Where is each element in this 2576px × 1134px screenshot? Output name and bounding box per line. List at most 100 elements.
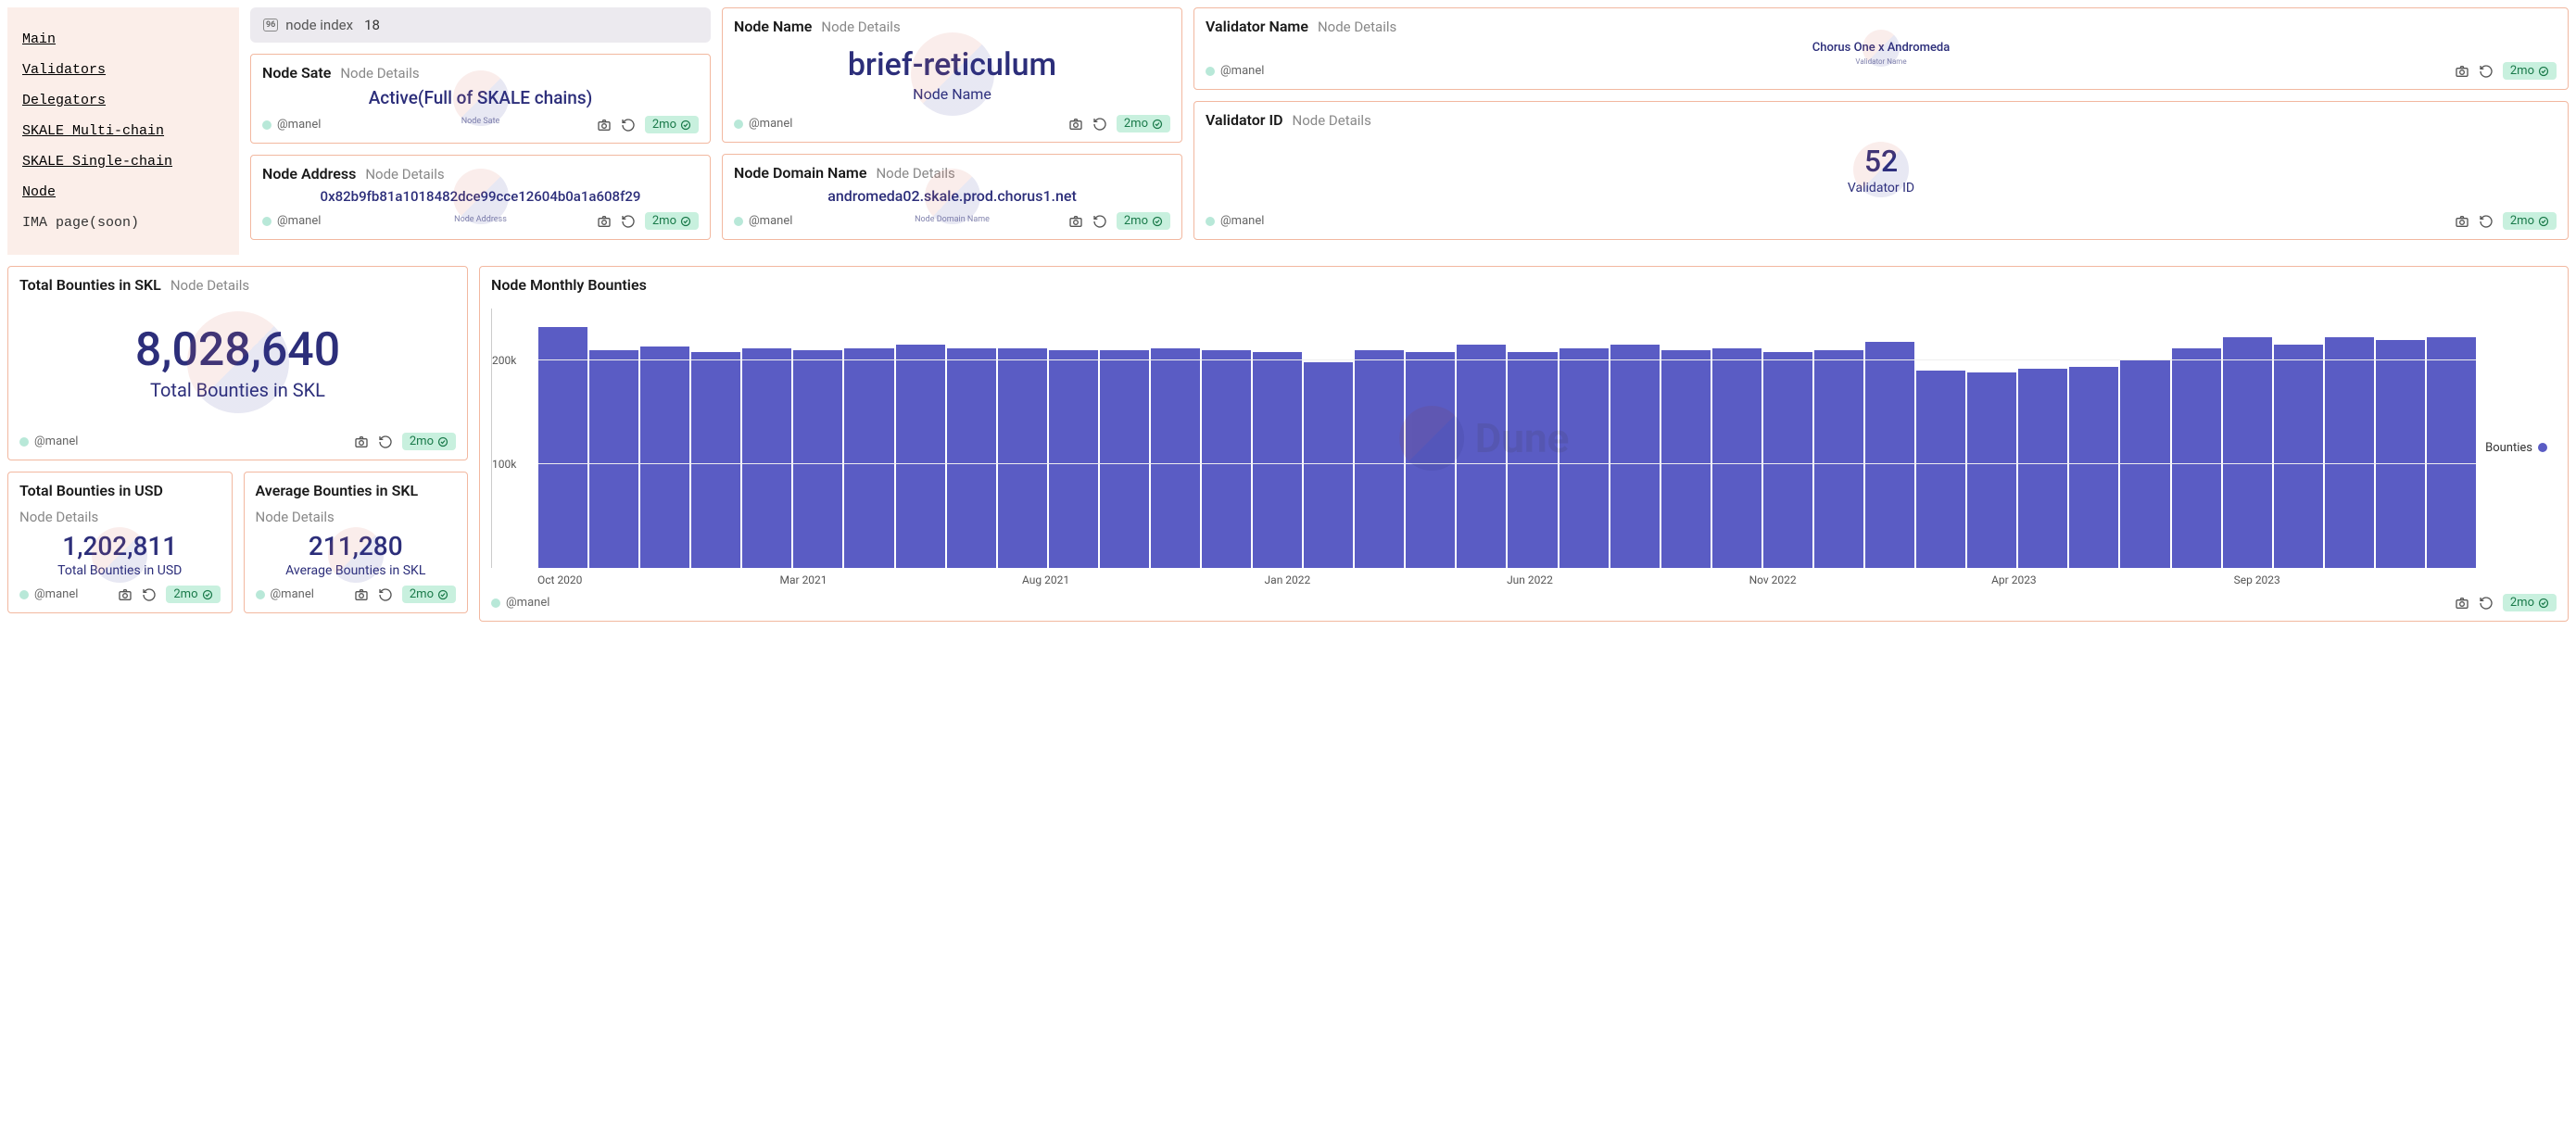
chart-bar[interactable] (947, 348, 996, 568)
card-title: Node Name (734, 18, 812, 35)
owner-handle[interactable]: @manel (271, 587, 314, 601)
chart-bar[interactable] (1049, 350, 1098, 568)
age-badge[interactable]: 2mo (645, 116, 699, 133)
refresh-icon[interactable] (142, 587, 157, 602)
chart-bar[interactable] (1865, 342, 1914, 568)
x-tick: Mar 2021 (780, 573, 1023, 586)
refresh-icon[interactable] (621, 214, 636, 229)
card-title: Validator Name (1206, 18, 1308, 35)
chart-bar[interactable] (1967, 372, 2016, 568)
chart-bar[interactable] (2018, 369, 2067, 568)
chart-bar[interactable] (2223, 337, 2272, 568)
owner-handle[interactable]: @manel (34, 587, 78, 601)
owner-handle[interactable]: @manel (749, 214, 792, 228)
camera-icon[interactable] (1068, 117, 1083, 132)
chart-bar[interactable] (1406, 352, 1455, 568)
refresh-icon[interactable] (2479, 596, 2494, 611)
chart-bar[interactable] (538, 327, 587, 568)
number-icon: 96 (263, 19, 278, 32)
camera-icon[interactable] (1068, 214, 1083, 229)
chart-bar[interactable] (1916, 371, 1965, 568)
camera-icon[interactable] (597, 214, 612, 229)
refresh-icon[interactable] (2479, 64, 2494, 79)
node-state-value: Active(Full of SKALE chains) (369, 87, 593, 108)
chart-bar[interactable] (1508, 352, 1557, 568)
chart-bar[interactable] (793, 350, 842, 568)
chart-bar[interactable] (1610, 345, 1660, 568)
sidebar-item-skale-multi-chain[interactable]: SKALE Multi-chain (22, 116, 224, 146)
chart-bar[interactable] (844, 348, 893, 568)
chart-bar[interactable] (2120, 360, 2169, 568)
age-badge[interactable]: 2mo (2503, 62, 2557, 80)
chart-bar[interactable] (1100, 350, 1149, 568)
total-skl-value: 8,028,640 (135, 323, 340, 377)
chart-bar[interactable] (1814, 350, 1863, 568)
chart-bar[interactable] (1304, 362, 1353, 568)
watermark-label: Node Domain Name (915, 215, 990, 224)
chart-bar[interactable] (998, 348, 1047, 568)
card-title: Node Monthly Bounties (491, 276, 647, 294)
age-badge[interactable]: 2mo (1117, 115, 1170, 132)
age-badge[interactable]: 2mo (1117, 212, 1170, 230)
owner-handle[interactable]: @manel (1220, 64, 1264, 78)
sidebar-item-skale-single-chain[interactable]: SKALE Single-chain (22, 146, 224, 177)
refresh-icon[interactable] (2479, 214, 2494, 229)
filter-node-index[interactable]: 96 node index 18 (250, 7, 711, 43)
owner-handle[interactable]: @manel (277, 118, 321, 132)
refresh-icon[interactable] (1092, 117, 1107, 132)
refresh-icon[interactable] (378, 587, 393, 602)
chart-bar[interactable] (1253, 352, 1302, 568)
refresh-icon[interactable] (1092, 214, 1107, 229)
card-title: Node Address (262, 165, 356, 183)
check-circle-icon (680, 120, 691, 131)
sidebar-item-delegators[interactable]: Delegators (22, 85, 224, 116)
owner-handle[interactable]: @manel (1220, 214, 1264, 228)
card-title: Total Bounties in USD (19, 482, 163, 499)
chart-bar[interactable] (2325, 337, 2374, 568)
sidebar-item-main[interactable]: Main (22, 24, 224, 55)
age-badge[interactable]: 2mo (166, 586, 220, 603)
age-badge[interactable]: 2mo (402, 586, 456, 603)
chart-bar[interactable] (2427, 337, 2476, 568)
camera-icon[interactable] (2455, 64, 2469, 79)
chart-bar[interactable] (2172, 348, 2221, 568)
chart-bar[interactable] (1202, 350, 1251, 568)
sidebar-item-validators[interactable]: Validators (22, 55, 224, 85)
chart-bar[interactable] (589, 350, 638, 568)
camera-icon[interactable] (2455, 596, 2469, 611)
chart-bar[interactable] (742, 348, 791, 568)
chart-bar[interactable] (691, 352, 740, 568)
x-tick: Jun 2022 (1507, 573, 1749, 586)
camera-icon[interactable] (2455, 214, 2469, 229)
camera-icon[interactable] (354, 587, 369, 602)
camera-icon[interactable] (118, 587, 133, 602)
age-badge[interactable]: 2mo (2503, 212, 2557, 230)
camera-icon[interactable] (354, 435, 369, 449)
card-subtitle: Node Details (1318, 19, 1396, 35)
chart-bar[interactable] (1712, 348, 1762, 568)
owner-handle[interactable]: @manel (34, 435, 78, 448)
sidebar-item-node[interactable]: Node (22, 177, 224, 208)
camera-icon[interactable] (597, 118, 612, 132)
chart-bar[interactable] (2376, 340, 2425, 568)
card-title: Node Domain Name (734, 164, 866, 182)
owner-handle[interactable]: @manel (506, 596, 549, 610)
chart-bar[interactable] (1661, 350, 1711, 568)
chart-bar[interactable] (1763, 352, 1812, 568)
owner-handle[interactable]: @manel (749, 117, 792, 131)
chart-bar[interactable] (1355, 350, 1404, 568)
age-badge[interactable]: 2mo (2503, 594, 2557, 611)
age-badge[interactable]: 2mo (402, 433, 456, 450)
chart-bar[interactable] (1559, 348, 1609, 568)
age-badge[interactable]: 2mo (645, 212, 699, 230)
chart-bar[interactable] (2274, 345, 2323, 568)
chart-bar[interactable] (640, 346, 689, 568)
chart-bar[interactable] (1457, 345, 1506, 568)
refresh-icon[interactable] (621, 118, 636, 132)
chart-bar[interactable] (2069, 367, 2118, 568)
owner-handle[interactable]: @manel (277, 214, 321, 228)
chart-bar[interactable] (1151, 348, 1200, 568)
refresh-icon[interactable] (378, 435, 393, 449)
chart-bar[interactable] (896, 345, 945, 568)
card-subtitle: Node Details (365, 166, 444, 183)
